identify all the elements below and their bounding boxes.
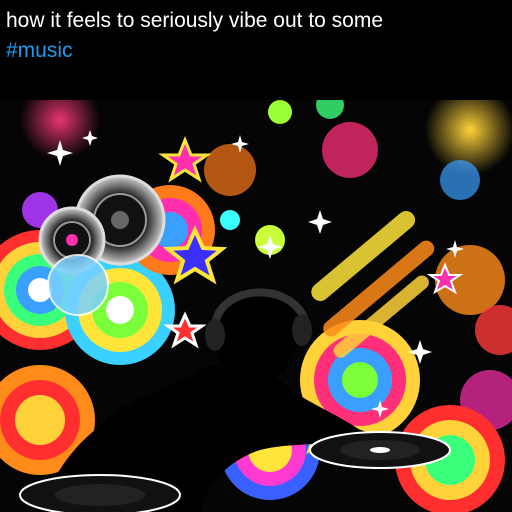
caption-text: how it feels to seriously vibe out to so… [6, 9, 384, 32]
post-caption: how it feels to seriously vibe out to so… [6, 6, 506, 66]
hashtag-link[interactable]: #music [6, 36, 506, 66]
dj-artwork-image [0, 100, 512, 512]
post-image[interactable] [0, 100, 512, 512]
